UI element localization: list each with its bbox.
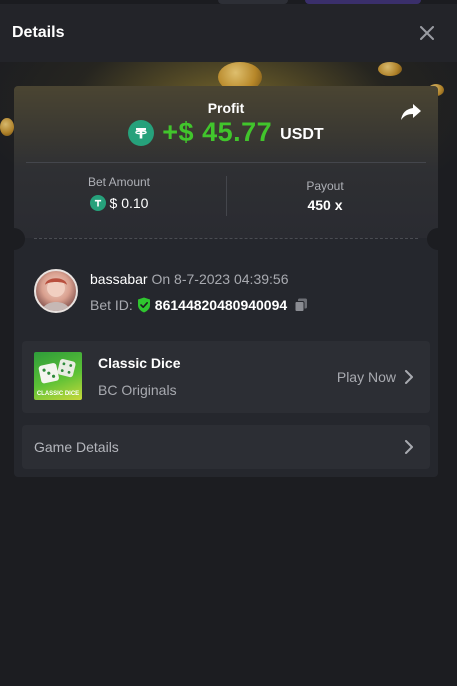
chevron-right-icon	[405, 440, 413, 454]
bet-id-label: Bet ID:	[90, 297, 133, 313]
tether-icon	[89, 195, 106, 211]
bet-id-row: Bet ID: 86144820480940094	[90, 297, 309, 313]
username[interactable]: bassabar	[90, 271, 148, 287]
user-line: bassabar On 8-7-2023 04:39:56	[90, 271, 288, 287]
profit-currency: USDT	[280, 125, 324, 143]
divider	[226, 176, 227, 216]
copy-icon	[294, 298, 308, 312]
payout-value: 450 x	[307, 197, 343, 213]
share-icon	[401, 104, 421, 120]
bet-amount-value: $ 0.10	[109, 195, 149, 211]
bet-amount-label: Bet Amount	[87, 175, 151, 189]
ticket-notch	[427, 228, 438, 250]
play-now-label: Play Now	[336, 369, 396, 385]
coin-decoration	[0, 118, 14, 136]
shield-check-icon	[137, 297, 150, 313]
game-provider: BC Originals	[98, 382, 177, 398]
profit-amount: +$ 45.77	[162, 117, 273, 147]
game-name: Classic Dice	[98, 355, 181, 371]
coin-decoration	[378, 62, 402, 76]
bet-amount-stat: Bet Amount $ 0.10	[24, 175, 214, 211]
play-now-button[interactable]: Play Now	[337, 369, 414, 385]
bet-id-value: 86144820480940094	[154, 297, 288, 313]
close-icon	[420, 26, 434, 40]
avatar[interactable]	[34, 269, 78, 313]
bet-amount-value-row: $ 0.10	[24, 195, 214, 211]
avatar-image	[42, 278, 70, 311]
game-details-row[interactable]: Game Details	[22, 425, 430, 469]
dashed-divider	[34, 238, 418, 239]
share-button[interactable]	[400, 102, 422, 122]
copy-button[interactable]	[293, 297, 309, 313]
tether-icon	[128, 119, 155, 146]
game-details-label: Game Details	[34, 439, 119, 455]
thumbnail-caption: CLASSIC DICE	[36, 391, 80, 397]
game-row[interactable]: CLASSIC DICE Classic Dice BC Originals P…	[22, 341, 430, 413]
bet-details-card: Profit +$ 45.77 USDT Bet Amount $ 0.10 P…	[14, 86, 438, 477]
modal-header: Details	[0, 4, 457, 62]
profit-row: +$ 45.77 USDT	[14, 117, 438, 148]
close-button[interactable]	[415, 21, 439, 45]
modal-title: Details	[12, 24, 65, 41]
profit-label: Profit	[207, 100, 245, 116]
payout-stat: Payout 450 x	[230, 179, 420, 213]
divider	[26, 162, 426, 163]
payout-label: Payout	[306, 179, 344, 193]
chevron-right-icon	[405, 370, 413, 384]
game-thumbnail: CLASSIC DICE	[34, 352, 82, 400]
bet-date: On 8-7-2023 04:39:56	[151, 271, 289, 287]
